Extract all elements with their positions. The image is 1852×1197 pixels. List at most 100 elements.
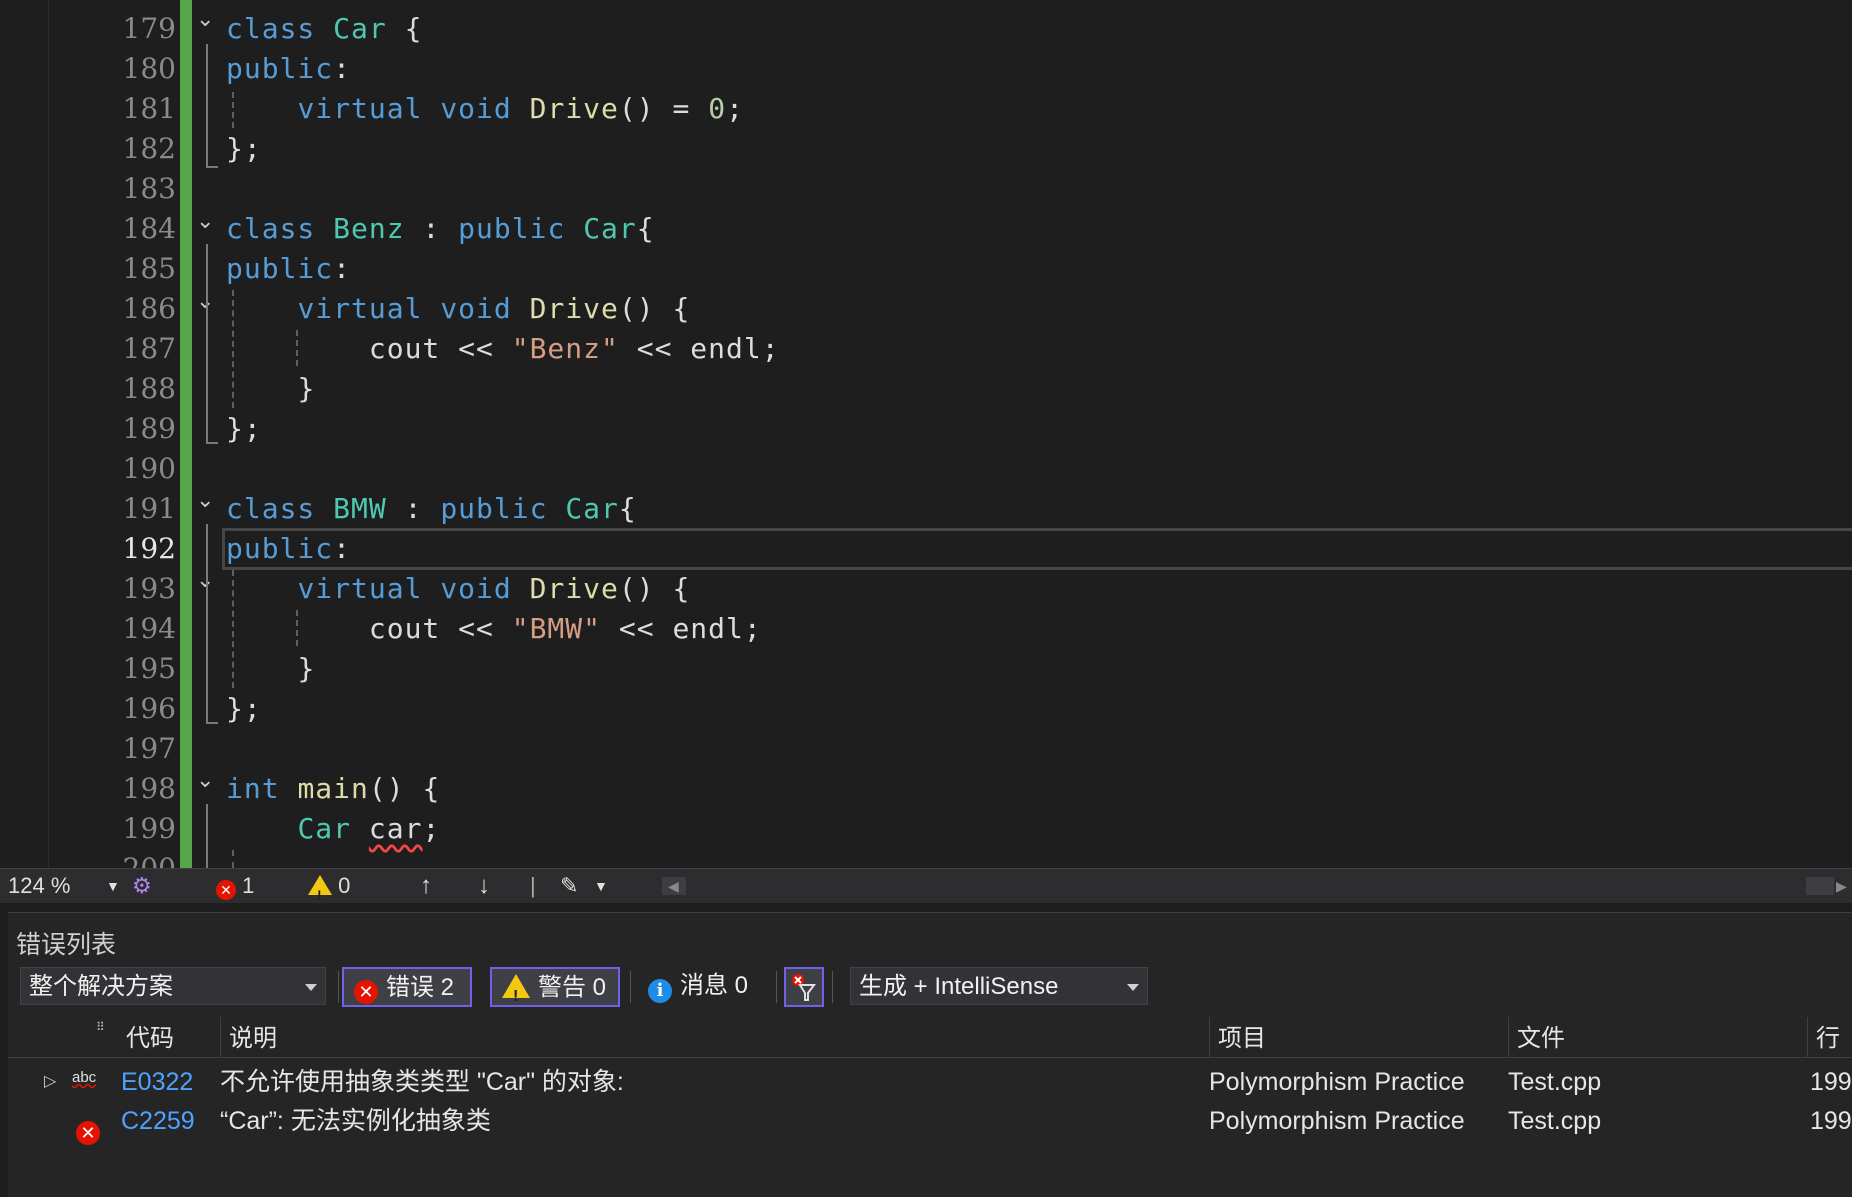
code-text: { bbox=[386, 12, 423, 45]
line-number: 183 bbox=[122, 172, 176, 205]
code-line-192[interactable]: public: bbox=[226, 529, 351, 569]
scroll-right-arrow-icon[interactable]: ▶ bbox=[1836, 869, 1847, 903]
code-line-196[interactable]: }; bbox=[226, 689, 262, 729]
previous-issue-arrow-up-icon[interactable]: ↑ bbox=[420, 869, 432, 903]
error-file: Test.cpp bbox=[1508, 1068, 1602, 1096]
column-header-line[interactable]: 行 bbox=[1807, 1017, 1852, 1057]
type-name: Car bbox=[565, 492, 619, 525]
code-cleanup-brush-icon[interactable]: ✎ bbox=[560, 869, 578, 903]
code-line-184[interactable]: class Benz : public Car{ bbox=[226, 209, 655, 249]
error-code-link[interactable]: E0322 bbox=[121, 1063, 193, 1101]
messages-filter-label: 消息 0 bbox=[680, 972, 749, 999]
function-name: main bbox=[297, 772, 369, 805]
code-area[interactable]: ⌄ ⌄ ⌄ ⌄ ⌄ ⌄ class Car { public: virtual … bbox=[192, 0, 1852, 868]
code-line-181[interactable]: virtual void Drive() = 0; bbox=[226, 89, 744, 129]
code-text: : bbox=[404, 212, 459, 245]
code-editor[interactable]: 179 180 181 182 183 184 185 186 187 188 189 190 191 1… bbox=[0, 0, 1852, 868]
source-dropdown[interactable]: 生成 + IntelliSense bbox=[850, 967, 1148, 1005]
column-header-project[interactable]: 项目 bbox=[1209, 1017, 1509, 1057]
horizontal-scrollbar[interactable] bbox=[662, 877, 1834, 895]
keyword: virtual bbox=[297, 92, 423, 125]
health-indicator-icon[interactable]: ⚙ bbox=[132, 869, 152, 903]
error-project: Polymorphism Practice bbox=[1209, 1107, 1465, 1135]
next-issue-arrow-down-icon[interactable]: ↓ bbox=[478, 869, 490, 903]
code-line-186[interactable]: virtual void Drive() { bbox=[226, 289, 690, 329]
code-line-193[interactable]: virtual void Drive() { bbox=[226, 569, 690, 609]
error-squiggle-variable[interactable]: car bbox=[369, 812, 423, 845]
line-number: 198 bbox=[122, 772, 176, 805]
error-file: Test.cpp bbox=[1508, 1107, 1602, 1135]
zoom-level[interactable]: 124 % bbox=[8, 869, 70, 903]
line-number: 180 bbox=[122, 52, 176, 85]
code-line-185[interactable]: public: bbox=[226, 249, 351, 289]
outline-guide bbox=[206, 804, 208, 868]
type-name: Benz bbox=[333, 212, 405, 245]
number-literal: 0 bbox=[708, 92, 727, 125]
build-filter-button[interactable] bbox=[784, 967, 824, 1007]
type-name: BMW bbox=[333, 492, 387, 525]
info-icon: i bbox=[648, 979, 672, 1003]
code-line-199[interactable]: Car car; bbox=[226, 809, 440, 849]
keyword: void bbox=[440, 292, 512, 325]
code-line-191[interactable]: class BMW : public Car{ bbox=[226, 489, 637, 529]
error-row[interactable]: ✕ C2259 “Car”: 无法实例化抽象类 Polymorphism Pra… bbox=[8, 1102, 1852, 1145]
code-text: ; bbox=[422, 812, 441, 845]
editor-status-bar: 124 % ▼ ⚙ ✕ 1 0 ↑ ↓ | ✎ ▼ ◀ ▶ bbox=[0, 868, 1852, 912]
function-name: Drive bbox=[529, 92, 619, 125]
line-number: 184 bbox=[122, 212, 176, 245]
column-header-code[interactable]: 代码 bbox=[118, 1017, 222, 1057]
indent-guide bbox=[232, 850, 234, 868]
scrollbar-thumb[interactable] bbox=[686, 877, 1806, 895]
code-line-189[interactable]: }; bbox=[226, 409, 262, 449]
fold-chevron-icon[interactable]: ⌄ bbox=[196, 770, 218, 792]
line-number: 192 bbox=[122, 532, 176, 565]
line-number: 182 bbox=[122, 132, 176, 165]
error-grid-header: ⠿ 代码 说明 项目 文件 行 bbox=[8, 1017, 1852, 1058]
code-text: () { bbox=[618, 572, 691, 605]
warning-count[interactable]: 0 bbox=[308, 869, 351, 912]
code-line-180[interactable]: public: bbox=[226, 49, 351, 89]
code-line-194[interactable]: cout << "BMW" << endl; bbox=[226, 609, 762, 649]
code-line-187[interactable]: cout << "Benz" << endl; bbox=[226, 329, 780, 369]
fold-chevron-icon[interactable]: ⌄ bbox=[196, 9, 218, 31]
error-circle-icon: ✕ bbox=[76, 1121, 100, 1145]
expand-triangle-icon[interactable]: ▷ bbox=[44, 1063, 56, 1101]
code-line-182[interactable]: }; bbox=[226, 129, 262, 169]
code-text: () { bbox=[618, 292, 691, 325]
fold-chevron-icon[interactable]: ⌄ bbox=[196, 490, 218, 512]
error-icon: ✕ bbox=[354, 980, 378, 1004]
error-icon: ✕ bbox=[216, 880, 236, 900]
messages-filter-button[interactable]: i 消息 0 bbox=[638, 967, 768, 1007]
error-row[interactable]: ▷ abc E0322 不允许使用抽象类类型 "Car" 的对象: Polymo… bbox=[8, 1063, 1852, 1101]
line-number: 185 bbox=[122, 252, 176, 285]
code-cleanup-chevron-down-icon[interactable]: ▼ bbox=[594, 869, 608, 903]
column-header-file[interactable]: 文件 bbox=[1508, 1017, 1808, 1057]
keyword: virtual bbox=[297, 572, 423, 605]
line-number: 187 bbox=[122, 332, 176, 365]
code-text: << endl; bbox=[618, 332, 780, 365]
code-line-179[interactable]: class Car { bbox=[226, 9, 422, 49]
warning-icon bbox=[308, 875, 332, 912]
code-line-198[interactable]: int main() { bbox=[226, 769, 440, 809]
warning-count-value: 0 bbox=[338, 873, 351, 898]
panel-title: 错误列表 bbox=[16, 931, 117, 959]
scroll-left-arrow-icon[interactable]: ◀ bbox=[668, 869, 679, 903]
errors-filter-label: 错误 2 bbox=[386, 974, 455, 1001]
code-line-188[interactable]: } bbox=[226, 369, 315, 409]
warnings-filter-button[interactable]: 警告 0 bbox=[490, 967, 620, 1016]
code-text: : bbox=[333, 252, 352, 285]
column-chooser-icon[interactable]: ⠿ bbox=[88, 1017, 116, 1057]
function-name: Drive bbox=[529, 572, 619, 605]
warnings-filter-label: 警告 0 bbox=[538, 974, 607, 1001]
function-name: Drive bbox=[529, 292, 619, 325]
fold-chevron-icon[interactable]: ⌄ bbox=[196, 211, 218, 233]
errors-filter-button[interactable]: ✕ 错误 2 bbox=[342, 967, 472, 1007]
current-line-highlight bbox=[222, 528, 1852, 570]
separator bbox=[338, 971, 339, 1003]
zoom-dropdown-chevron-down-icon[interactable]: ▼ bbox=[106, 869, 120, 903]
code-line-195[interactable]: } bbox=[226, 649, 315, 689]
error-count[interactable]: ✕ 1 bbox=[216, 869, 254, 903]
error-code-link[interactable]: C2259 bbox=[121, 1102, 195, 1140]
column-header-description[interactable]: 说明 bbox=[220, 1017, 1210, 1057]
scope-dropdown[interactable]: 整个解决方案 bbox=[20, 967, 326, 1005]
